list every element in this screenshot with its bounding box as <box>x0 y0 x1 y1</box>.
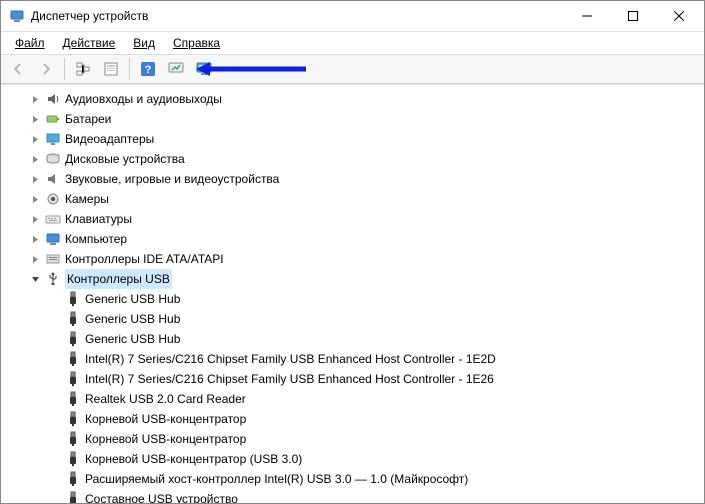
tree-label: Корневой USB-концентратор <box>85 409 246 429</box>
monitor-button[interactable] <box>191 56 217 82</box>
usb-plug-icon <box>65 431 81 447</box>
tree-label: Составное USB устройство <box>85 489 238 503</box>
tree-category[interactable]: Видеоадаптеры <box>7 129 704 149</box>
usb-plug-icon <box>65 471 81 487</box>
tree-item[interactable]: Intel(R) 7 Series/C216 Chipset Family US… <box>7 369 704 389</box>
usb-plug-icon <box>65 491 81 503</box>
tree-label: Контроллеры USB <box>67 272 170 286</box>
tree-item[interactable]: Составное USB устройство <box>7 489 704 503</box>
app-icon <box>9 8 25 24</box>
tree-item[interactable]: Intel(R) 7 Series/C216 Chipset Family US… <box>7 349 704 369</box>
maximize-button[interactable] <box>610 1 656 31</box>
expand-toggle[interactable] <box>27 171 43 187</box>
audio-icon <box>45 91 61 107</box>
tree-label: Дисковые устройства <box>65 149 185 169</box>
tree-category[interactable]: Камеры <box>7 189 704 209</box>
computer-icon <box>45 231 61 247</box>
disk-icon <box>45 151 61 167</box>
tree-label: Корневой USB-концентратор <box>85 429 246 449</box>
usb-plug-icon <box>65 451 81 467</box>
expand-toggle[interactable] <box>27 211 43 227</box>
expand-toggle[interactable] <box>27 151 43 167</box>
usb-plug-icon <box>65 311 81 327</box>
camera-icon <box>45 191 61 207</box>
tree-label: Контроллеры IDE ATA/ATAPI <box>65 249 224 269</box>
device-tree[interactable]: Аудиовходы и аудиовыходыБатареиВидеоадап… <box>1 85 704 503</box>
titlebar: Диспетчер устройств <box>1 1 704 32</box>
tree-item[interactable]: Расширяемый хост-контроллер Intel(R) USB… <box>7 469 704 489</box>
tree-category[interactable]: Аудиовходы и аудиовыходы <box>7 89 704 109</box>
content-area: Аудиовходы и аудиовыходыБатареиВидеоадап… <box>1 84 704 503</box>
show-hidden-button[interactable] <box>70 56 96 82</box>
usb-plug-icon <box>65 331 81 347</box>
minimize-button[interactable] <box>564 1 610 31</box>
usb-plug-icon <box>65 351 81 367</box>
usb-plug-icon <box>65 411 81 427</box>
expand-toggle[interactable] <box>27 191 43 207</box>
menu-file[interactable]: Файл <box>7 34 53 52</box>
menu-help[interactable]: Справка <box>165 34 228 52</box>
help-button[interactable] <box>135 56 161 82</box>
usb-controller-icon <box>45 271 61 287</box>
tree-item[interactable]: Generic USB Hub <box>7 289 704 309</box>
tree-item[interactable]: Корневой USB-концентратор <box>7 429 704 449</box>
expand-toggle[interactable] <box>27 111 43 127</box>
device-manager-window: Диспетчер устройств Файл Действие Вид Сп… <box>0 0 705 504</box>
tree-category[interactable]: Батареи <box>7 109 704 129</box>
menu-action[interactable]: Действие <box>55 34 124 52</box>
tree-label: Generic USB Hub <box>85 289 180 309</box>
tree-label: Корневой USB-концентратор (USB 3.0) <box>85 449 302 469</box>
tree-item[interactable]: Корневой USB-концентратор <box>7 409 704 429</box>
keyboard-icon <box>45 211 61 227</box>
tree-label: Батареи <box>65 109 111 129</box>
tree-item[interactable]: Realtek USB 2.0 Card Reader <box>7 389 704 409</box>
tree-label: Расширяемый хост-контроллер Intel(R) USB… <box>85 469 468 489</box>
tree-item[interactable]: Generic USB Hub <box>7 329 704 349</box>
battery-icon <box>45 111 61 127</box>
expand-toggle[interactable] <box>27 131 43 147</box>
toolbar <box>1 55 704 84</box>
tree-category[interactable]: Компьютер <box>7 229 704 249</box>
close-button[interactable] <box>656 1 702 31</box>
tree-label: Аудиовходы и аудиовыходы <box>65 89 222 109</box>
display-adapter-icon <box>45 131 61 147</box>
tree-item[interactable]: Generic USB Hub <box>7 309 704 329</box>
menubar: Файл Действие Вид Справка <box>1 32 704 55</box>
expand-toggle[interactable] <box>27 271 43 287</box>
expand-toggle[interactable] <box>27 251 43 267</box>
usb-plug-icon <box>65 371 81 387</box>
tree-label: Камеры <box>65 189 109 209</box>
tree-category[interactable]: Дисковые устройства <box>7 149 704 169</box>
tree-category[interactable]: Контроллеры USB <box>7 269 704 289</box>
tree-label: Generic USB Hub <box>85 329 180 349</box>
tree-label: Звуковые, игровые и видеоустройства <box>65 169 279 189</box>
tree-label: Видеоадаптеры <box>65 129 154 149</box>
tree-label: Intel(R) 7 Series/C216 Chipset Family US… <box>85 369 494 389</box>
tree-item[interactable]: Корневой USB-концентратор (USB 3.0) <box>7 449 704 469</box>
sound-icon <box>45 171 61 187</box>
tree-label: Компьютер <box>65 229 127 249</box>
usb-plug-icon <box>65 391 81 407</box>
properties-button[interactable] <box>98 56 124 82</box>
expand-toggle[interactable] <box>27 91 43 107</box>
forward-button[interactable] <box>33 56 59 82</box>
tree-category[interactable]: Контроллеры IDE ATA/ATAPI <box>7 249 704 269</box>
back-button[interactable] <box>5 56 31 82</box>
tree-category[interactable]: Звуковые, игровые и видеоустройства <box>7 169 704 189</box>
menu-view[interactable]: Вид <box>125 34 163 52</box>
usb-plug-icon <box>65 291 81 307</box>
tree-category[interactable]: Клавиатуры <box>7 209 704 229</box>
tree-label: Realtek USB 2.0 Card Reader <box>85 389 246 409</box>
tree-label: Generic USB Hub <box>85 309 180 329</box>
window-title: Диспетчер устройств <box>31 9 564 23</box>
scan-hardware-button[interactable] <box>163 56 189 82</box>
ide-icon <box>45 251 61 267</box>
expand-toggle[interactable] <box>27 231 43 247</box>
tree-label: Клавиатуры <box>65 209 132 229</box>
tree-label: Intel(R) 7 Series/C216 Chipset Family US… <box>85 349 496 369</box>
